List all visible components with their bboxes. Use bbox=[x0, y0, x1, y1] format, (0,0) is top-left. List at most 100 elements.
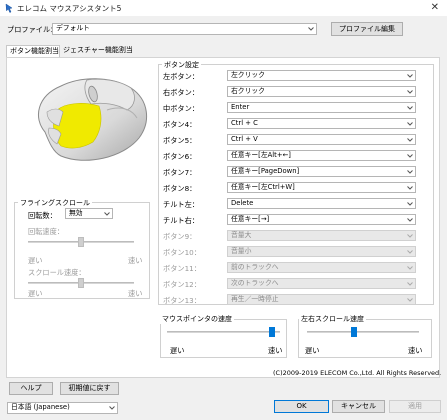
rotation-count-value: 無効 bbox=[69, 209, 83, 217]
rotation-speed-label: 回転速度： bbox=[28, 227, 64, 236]
button-assign-value: Ctrl + C bbox=[231, 119, 258, 127]
language-value: 日本語 (Japanese) bbox=[11, 403, 70, 411]
profile-value: デフォルト bbox=[56, 24, 90, 32]
rotation-count-label: 回転数： bbox=[28, 211, 57, 220]
button-assign-select: 前のトラックへ bbox=[227, 262, 416, 273]
chevron-down-icon bbox=[406, 136, 414, 143]
pointer-speed-title: マウスポインタの速度 bbox=[160, 314, 234, 324]
profile-select[interactable]: デフォルト bbox=[52, 23, 317, 35]
chevron-down-icon bbox=[108, 404, 116, 411]
pointer-speed-fast-label: 速い bbox=[268, 346, 283, 355]
horizontal-scroll-speed-slider[interactable] bbox=[307, 331, 419, 333]
chevron-down-icon bbox=[406, 248, 414, 255]
scroll-speed-label: スクロール速度： bbox=[28, 268, 86, 277]
language-select[interactable]: 日本語 (Japanese) bbox=[7, 402, 118, 414]
tab-gesture-assign[interactable]: ジェスチャー機能割当 bbox=[60, 45, 133, 57]
button-row-label: ボタン6： bbox=[163, 152, 197, 161]
button-assign-select[interactable]: Enter bbox=[227, 102, 416, 113]
button-assign-select: 再生／一時停止 bbox=[227, 294, 416, 305]
button-assign-select: 次のトラックへ bbox=[227, 278, 416, 289]
pointer-speed-slow-label: 遅い bbox=[170, 346, 185, 355]
ok-button[interactable]: OK bbox=[274, 400, 329, 413]
button-assign-value: 右クリック bbox=[231, 87, 265, 95]
button-row-label: ボタン4： bbox=[163, 120, 197, 129]
button-row-label: チルト左： bbox=[163, 200, 199, 209]
title-bar: エレコム マウスアシスタント5 ✕ bbox=[0, 0, 447, 16]
button-row-label: ボタン11： bbox=[163, 264, 201, 273]
profile-edit-button[interactable]: プロファイル編集 bbox=[331, 22, 403, 36]
button-assign-value: 再生／一時停止 bbox=[231, 295, 279, 303]
button-assign-select[interactable]: Ctrl + C bbox=[227, 118, 416, 129]
close-icon[interactable]: ✕ bbox=[431, 1, 439, 15]
button-assign-value: 音量大 bbox=[231, 231, 252, 239]
button-assign-value: 左クリック bbox=[231, 71, 265, 79]
tab-label: ジェスチャー機能割当 bbox=[63, 46, 133, 54]
button-assign-value: 任意キー[左Ctrl+W] bbox=[231, 183, 295, 191]
reset-defaults-button[interactable]: 初期値に戻す bbox=[60, 382, 119, 395]
button-assign-select[interactable]: 右クリック bbox=[227, 86, 416, 97]
button-row-label: ボタン12： bbox=[163, 280, 201, 289]
apply-button: 適用 bbox=[389, 400, 441, 413]
button-assign-select[interactable]: 任意キー[→] bbox=[227, 214, 416, 225]
flying-scroll-title: フライングスクロール bbox=[18, 198, 92, 208]
button-assign-select: 音量小 bbox=[227, 246, 416, 257]
button-row-label: ボタン7： bbox=[163, 168, 197, 177]
chevron-down-icon bbox=[406, 152, 414, 159]
button-row-label: 中ボタン： bbox=[163, 104, 199, 113]
button-assign-value: 次のトラックへ bbox=[231, 279, 279, 287]
button-assign-value: Delete bbox=[231, 199, 254, 207]
button-row-label: ボタン5： bbox=[163, 136, 197, 145]
mouse-illustration bbox=[37, 78, 147, 161]
scroll-speed-slider-thumb[interactable] bbox=[78, 278, 84, 288]
chevron-down-icon bbox=[406, 280, 414, 287]
rotation-slow-label: 遅い bbox=[28, 256, 43, 265]
chevron-down-icon bbox=[406, 232, 414, 239]
horizontal-scroll-speed-title: 左右スクロール速度 bbox=[299, 314, 366, 324]
cancel-button[interactable]: キャンセル bbox=[332, 400, 385, 413]
chevron-down-icon bbox=[406, 264, 414, 271]
button-assign-select[interactable]: 左クリック bbox=[227, 70, 416, 81]
horizontal-scroll-speed-slider-thumb[interactable] bbox=[351, 327, 358, 337]
button-assign-value: 音量小 bbox=[231, 247, 252, 255]
button-row-label: ボタン13： bbox=[163, 296, 201, 305]
app-icon bbox=[5, 3, 13, 13]
profile-label: プロファイル： bbox=[7, 25, 58, 34]
button-assign-select[interactable]: 任意キー[PageDown] bbox=[227, 166, 416, 177]
button-row-label: ボタン10： bbox=[163, 248, 201, 257]
chevron-down-icon bbox=[406, 200, 414, 207]
scroll-slow-label: 遅い bbox=[28, 289, 43, 298]
rotation-fast-label: 速い bbox=[128, 256, 143, 265]
tab-button-assign[interactable]: ボタン機能割当 bbox=[6, 45, 60, 57]
chevron-down-icon bbox=[406, 120, 414, 127]
button-assign-select: 音量大 bbox=[227, 230, 416, 241]
button-assign-select[interactable]: 任意キー[左Alt+←] bbox=[227, 150, 416, 161]
rotation-speed-slider-thumb[interactable] bbox=[78, 237, 84, 247]
help-button[interactable]: ヘルプ bbox=[9, 382, 53, 395]
button-assign-select[interactable]: Delete bbox=[227, 198, 416, 209]
rotation-count-select[interactable]: 無効 bbox=[65, 208, 113, 219]
chevron-down-icon bbox=[406, 88, 414, 95]
chevron-down-icon bbox=[406, 216, 414, 223]
button-assign-select[interactable]: Ctrl + V bbox=[227, 134, 416, 145]
button-assign-value: Ctrl + V bbox=[231, 135, 258, 143]
tab-label: ボタン機能割当 bbox=[10, 47, 59, 55]
copyright-text: (C)2009-2019 ELECOM Co.,Ltd. All Rights … bbox=[273, 369, 442, 377]
button-row-label: ボタン8： bbox=[163, 184, 197, 193]
chevron-down-icon bbox=[406, 168, 414, 175]
chevron-down-icon bbox=[103, 210, 111, 217]
horizontal-scroll-slow-label: 遅い bbox=[305, 346, 320, 355]
button-assign-select[interactable]: 任意キー[左Ctrl+W] bbox=[227, 182, 416, 193]
button-row-label: チルト右： bbox=[163, 216, 199, 225]
chevron-down-icon bbox=[406, 104, 414, 111]
horizontal-scroll-fast-label: 速い bbox=[408, 346, 423, 355]
pointer-speed-slider[interactable] bbox=[167, 331, 280, 333]
chevron-down-icon bbox=[406, 72, 414, 79]
pointer-speed-slider-thumb[interactable] bbox=[269, 327, 276, 337]
button-row-label: ボタン9： bbox=[163, 232, 197, 241]
button-assign-value: 前のトラックへ bbox=[231, 263, 279, 271]
button-assign-value: 任意キー[PageDown] bbox=[231, 167, 300, 175]
button-row-label: 左ボタン： bbox=[163, 72, 199, 81]
button-assign-value: 任意キー[左Alt+←] bbox=[231, 151, 291, 159]
button-settings-title: ボタン設定 bbox=[162, 60, 201, 70]
chevron-down-icon bbox=[406, 184, 414, 191]
